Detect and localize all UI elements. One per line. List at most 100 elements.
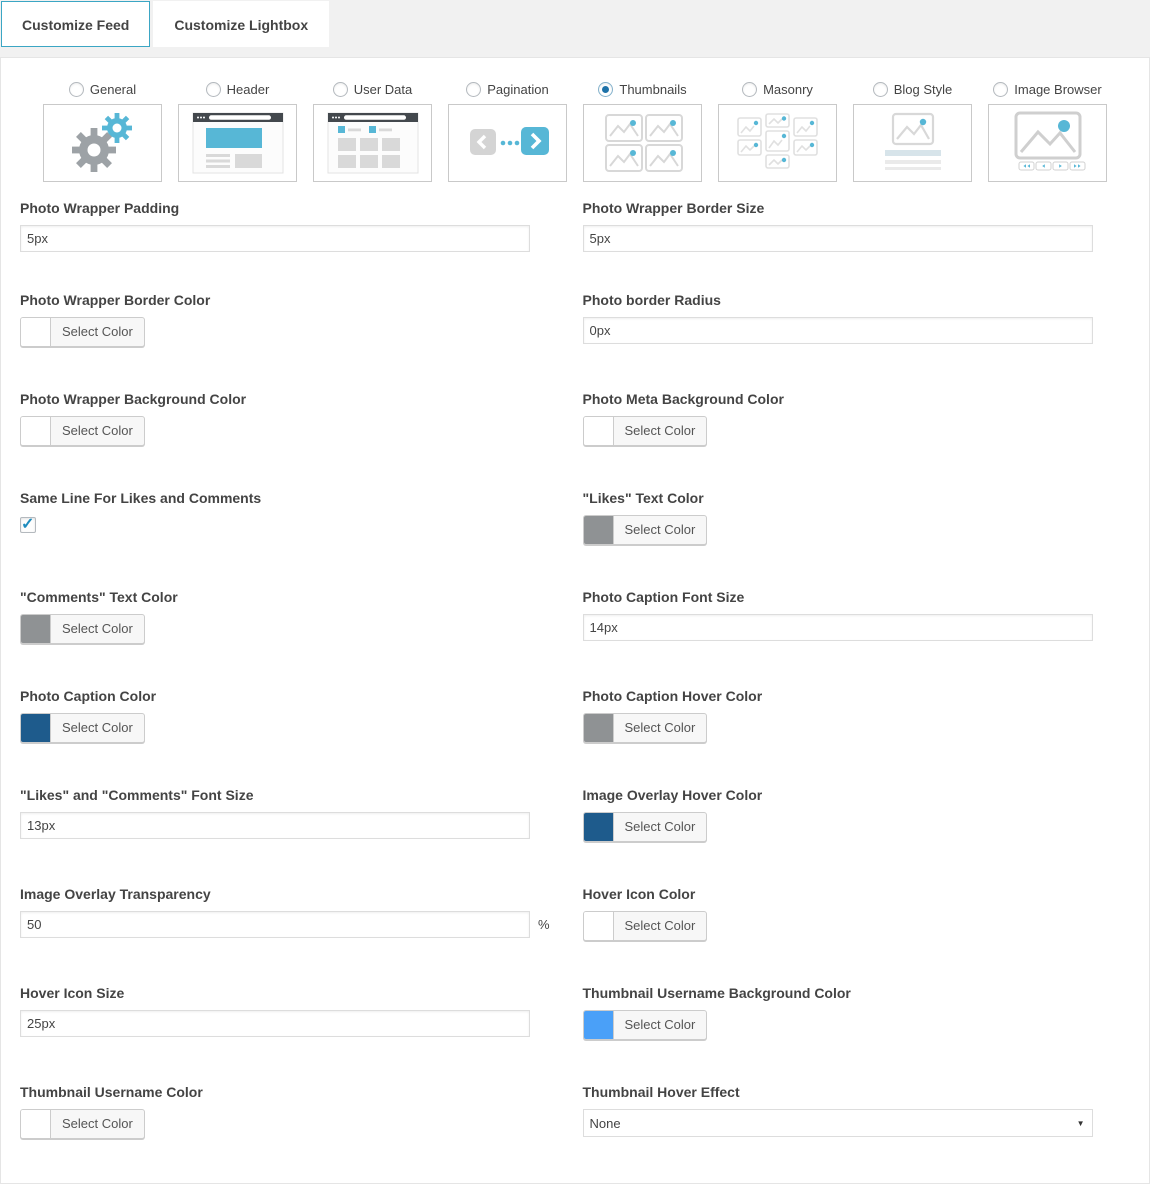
photo-wrapper-background-color-label: Photo Wrapper Background Color <box>20 391 561 407</box>
photo-border-radius-input[interactable] <box>583 317 1093 344</box>
photo-caption-hover-color-picker-button[interactable]: Select Color <box>583 713 708 743</box>
color-swatch <box>21 1110 51 1138</box>
general-option-box[interactable] <box>43 104 162 182</box>
field-comments-text-color: "Comments" Text Color Select Color <box>20 589 561 648</box>
photo-wrapper-border-size-label: Photo Wrapper Border Size <box>583 200 1124 216</box>
general-radio[interactable] <box>69 82 84 97</box>
user-data-option-box[interactable] <box>313 104 432 182</box>
hover-icon-size-label: Hover Icon Size <box>20 985 561 1001</box>
photo-wrapper-padding-input[interactable] <box>20 225 530 252</box>
same-line-label: Same Line For Likes and Comments <box>20 490 561 506</box>
image-overlay-transparency-label: Image Overlay Transparency <box>20 886 561 902</box>
user-data-radio[interactable] <box>333 82 348 97</box>
color-swatch <box>584 1011 614 1039</box>
nav-label-header: Header <box>227 82 270 97</box>
field-photo-wrapper-border-size: Photo Wrapper Border Size <box>583 200 1124 252</box>
hover-icon-color-label: Hover Icon Color <box>583 886 1124 902</box>
tab-customize-feed[interactable]: Customize Feed <box>1 1 150 47</box>
masonry-option-box[interactable] <box>718 104 837 182</box>
field-photo-caption-font-size: Photo Caption Font Size <box>583 589 1124 648</box>
image-overlay-hover-color-label: Image Overlay Hover Color <box>583 787 1124 803</box>
thumbnail-hover-effect-label: Thumbnail Hover Effect <box>583 1084 1124 1100</box>
image-browser-option-box[interactable] <box>988 104 1107 182</box>
photo-caption-font-size-input[interactable] <box>583 614 1093 641</box>
same-line-checkbox[interactable] <box>20 517 36 533</box>
thumbnails-radio[interactable] <box>598 82 613 97</box>
nav-item-blog-style: Blog Style <box>853 80 972 182</box>
select-color-label: Select Color <box>614 813 707 841</box>
gears-icon <box>53 110 153 176</box>
photo-wrapper-border-color-picker-button[interactable]: Select Color <box>20 317 145 347</box>
nav-label-masonry: Masonry <box>763 82 813 97</box>
nav-item-thumbnails: Thumbnails <box>583 80 702 182</box>
masonry-radio[interactable] <box>742 82 757 97</box>
layout-chooser: General <box>1 58 1149 182</box>
color-swatch <box>21 417 51 445</box>
photo-caption-color-label: Photo Caption Color <box>20 688 561 704</box>
select-color-label: Select Color <box>614 1011 707 1039</box>
thumbnail-username-color-picker-button[interactable]: Select Color <box>20 1109 145 1139</box>
photo-caption-color-picker-button[interactable]: Select Color <box>20 713 145 743</box>
percent-suffix: % <box>538 917 550 932</box>
comments-text-color-picker-button[interactable]: Select Color <box>20 614 145 644</box>
pagination-option-box[interactable] <box>448 104 567 182</box>
nav-item-general: General <box>43 80 162 182</box>
color-swatch <box>584 417 614 445</box>
header-option-box[interactable] <box>178 104 297 182</box>
pagination-icon <box>458 110 558 176</box>
photo-wrapper-background-color-picker-button[interactable]: Select Color <box>20 416 145 446</box>
tab-bar: Customize Feed Customize Lightbox <box>0 0 1150 47</box>
tab-customize-lightbox[interactable]: Customize Lightbox <box>153 1 329 47</box>
settings-panel: General <box>0 57 1150 1184</box>
likes-comments-font-size-input[interactable] <box>20 812 530 839</box>
comments-text-color-label: "Comments" Text Color <box>20 589 561 605</box>
color-swatch <box>21 714 51 742</box>
thumbnail-hover-effect-select[interactable]: None <box>583 1109 1093 1137</box>
nav-item-masonry: Masonry <box>718 80 837 182</box>
blog-style-option-box[interactable] <box>853 104 972 182</box>
thumbnail-username-background-color-picker-button[interactable]: Select Color <box>583 1010 708 1040</box>
nav-label-user-data: User Data <box>354 82 413 97</box>
select-color-label: Select Color <box>51 615 144 643</box>
color-swatch <box>21 318 51 346</box>
select-color-label: Select Color <box>614 714 707 742</box>
color-swatch <box>584 813 614 841</box>
photo-wrapper-border-size-input[interactable] <box>583 225 1093 252</box>
nav-item-user-data: User Data <box>313 80 432 182</box>
nav-item-header: Header <box>178 80 297 182</box>
select-color-label: Select Color <box>614 516 707 544</box>
color-swatch <box>584 714 614 742</box>
image-browser-radio[interactable] <box>993 82 1008 97</box>
masonry-icon <box>728 110 828 176</box>
thumbnails-option-box[interactable] <box>583 104 702 182</box>
image-overlay-hover-color-picker-button[interactable]: Select Color <box>583 812 708 842</box>
field-likes-text-color: "Likes" Text Color Select Color <box>583 490 1124 549</box>
color-swatch <box>584 516 614 544</box>
select-color-label: Select Color <box>51 417 144 445</box>
likes-text-color-picker-button[interactable]: Select Color <box>583 515 708 545</box>
thumbnails-icon <box>593 110 693 176</box>
field-likes-comments-font-size: "Likes" and "Comments" Font Size <box>20 787 561 846</box>
field-thumbnail-hover-effect: Thumbnail Hover Effect None ▼ <box>583 1084 1124 1143</box>
field-image-overlay-transparency: Image Overlay Transparency % <box>20 886 561 945</box>
field-hover-icon-size: Hover Icon Size <box>20 985 561 1044</box>
header-radio[interactable] <box>206 82 221 97</box>
hover-icon-size-input[interactable] <box>20 1010 530 1037</box>
photo-wrapper-border-color-label: Photo Wrapper Border Color <box>20 292 561 308</box>
select-color-label: Select Color <box>614 912 707 940</box>
blog-style-radio[interactable] <box>873 82 888 97</box>
image-overlay-transparency-input[interactable] <box>20 911 530 938</box>
hover-icon-color-picker-button[interactable]: Select Color <box>583 911 708 941</box>
photo-meta-background-color-picker-button[interactable]: Select Color <box>583 416 708 446</box>
field-hover-icon-color: Hover Icon Color Select Color <box>583 886 1124 945</box>
pagination-radio[interactable] <box>466 82 481 97</box>
thumbnail-hover-effect-select-wrap: None ▼ <box>583 1109 1093 1137</box>
field-photo-caption-color: Photo Caption Color Select Color <box>20 688 561 747</box>
nav-label-pagination: Pagination <box>487 82 548 97</box>
nav-label-blog-style: Blog Style <box>894 82 953 97</box>
select-color-label: Select Color <box>51 318 144 346</box>
field-photo-wrapper-border-color: Photo Wrapper Border Color Select Color <box>20 292 561 351</box>
select-color-label: Select Color <box>51 714 144 742</box>
settings-form: Photo Wrapper Padding Photo Wrapper Bord… <box>1 182 1149 1183</box>
photo-wrapper-padding-label: Photo Wrapper Padding <box>20 200 561 216</box>
